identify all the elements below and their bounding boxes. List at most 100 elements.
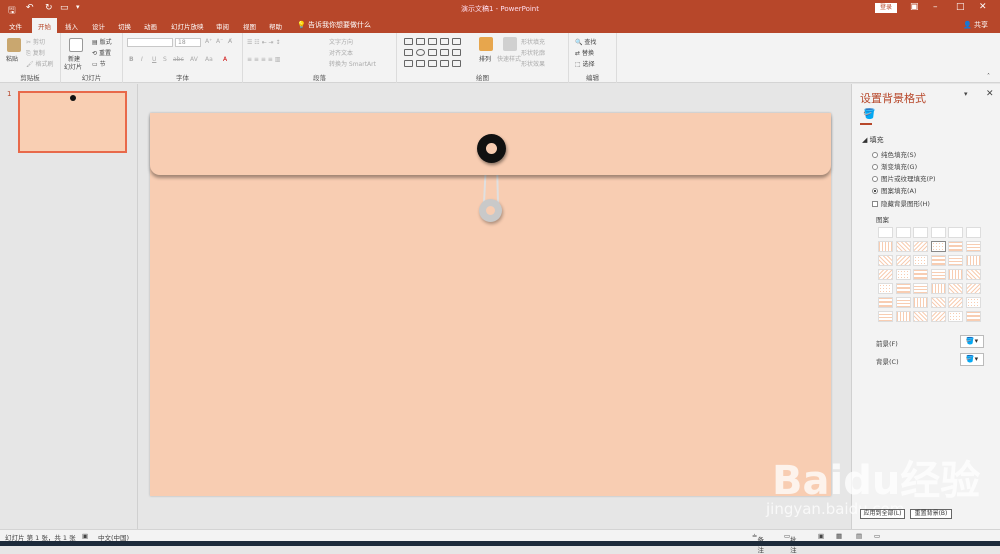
- tab-design[interactable]: 设计: [92, 21, 105, 31]
- picture-fill-radio[interactable]: 图片或纹理填充(P): [872, 173, 936, 183]
- shape-more-icon[interactable]: [452, 60, 461, 67]
- background-color-button[interactable]: 🪣▾: [960, 353, 984, 366]
- pane-options-icon[interactable]: ▾: [964, 90, 968, 98]
- pattern-swatch[interactable]: [930, 269, 946, 280]
- tab-view[interactable]: 视图: [243, 21, 256, 31]
- pattern-swatch[interactable]: [965, 311, 981, 322]
- align-text-button[interactable]: 对齐文本: [329, 48, 353, 57]
- pattern-swatch[interactable]: [965, 297, 981, 308]
- tab-file[interactable]: 文件: [9, 21, 22, 31]
- pattern-swatch[interactable]: [913, 241, 928, 252]
- shape-textbox-vertical-icon[interactable]: [416, 38, 425, 45]
- gradient-fill-radio[interactable]: 渐变填充(G): [872, 161, 917, 171]
- pattern-swatch[interactable]: [878, 283, 893, 294]
- minimize-icon[interactable]: –: [933, 2, 938, 12]
- tell-me-search[interactable]: 💡 告诉我你想要做什么: [297, 20, 371, 30]
- quick-styles-icon[interactable]: [503, 37, 517, 51]
- pattern-swatch[interactable]: [878, 241, 893, 252]
- grow-font-icon[interactable]: A⁺: [205, 38, 212, 45]
- pattern-swatch[interactable]: [948, 227, 963, 238]
- spellcheck-icon[interactable]: ▣: [82, 532, 88, 540]
- shape-effects-button[interactable]: 形状效果: [521, 59, 545, 68]
- new-slide-icon[interactable]: [69, 38, 83, 52]
- cut-button[interactable]: ✂ 剪切: [26, 37, 45, 46]
- shape-arrow-right-icon[interactable]: [404, 60, 413, 67]
- pattern-swatch[interactable]: [895, 283, 911, 294]
- shape-rect-icon[interactable]: [428, 38, 437, 45]
- pattern-swatch[interactable]: [895, 297, 911, 308]
- shrink-font-icon[interactable]: A⁻: [216, 38, 223, 45]
- shape-outline-button[interactable]: 形状轮廓: [521, 48, 545, 57]
- foreground-color-button[interactable]: 🪣▾: [960, 335, 984, 348]
- shadow-button[interactable]: S: [163, 56, 167, 63]
- pattern-swatch[interactable]: [965, 255, 981, 266]
- section-button[interactable]: ▭ 节: [92, 59, 106, 68]
- share-button[interactable]: 👤 共享: [963, 20, 988, 30]
- new-slide-button-line2[interactable]: 幻灯片: [64, 62, 82, 71]
- pattern-swatch[interactable]: [878, 269, 893, 280]
- paste-button[interactable]: 粘贴: [6, 54, 18, 63]
- quick-styles-button[interactable]: 快速样式: [497, 54, 521, 63]
- shape-triangle-icon[interactable]: [428, 49, 437, 56]
- bullets-icon[interactable]: ☰ ☷ ⇤ ⇥ ↕: [247, 39, 280, 46]
- shape-oval-icon[interactable]: [416, 49, 425, 56]
- arrange-button[interactable]: 排列: [479, 54, 491, 63]
- normal-view-icon[interactable]: ▣: [818, 532, 824, 540]
- change-case-button[interactable]: Aa: [205, 56, 213, 63]
- bold-button[interactable]: B: [129, 56, 134, 63]
- align-icons[interactable]: ≡ ≡ ≡ ≡ ▥: [247, 56, 280, 63]
- pattern-swatch[interactable]: [965, 269, 981, 280]
- pattern-swatch[interactable]: [948, 241, 963, 252]
- pattern-swatch[interactable]: [948, 283, 963, 294]
- pattern-swatch[interactable]: [930, 255, 946, 266]
- tab-slideshow[interactable]: 幻灯片放映: [171, 21, 204, 31]
- tab-insert[interactable]: 插入: [65, 21, 78, 31]
- pattern-swatch[interactable]: [878, 255, 893, 266]
- apply-to-all-button[interactable]: 应用到全部(L): [860, 509, 905, 519]
- fill-section-header[interactable]: ◢ 填充: [862, 135, 884, 145]
- tab-transitions[interactable]: 切换: [118, 21, 131, 31]
- text-direction-button[interactable]: 文字方向: [329, 37, 353, 46]
- solid-fill-radio[interactable]: 纯色填充(S): [872, 149, 916, 159]
- pattern-swatch[interactable]: [895, 269, 911, 280]
- pattern-swatch[interactable]: [878, 227, 893, 238]
- shape-arrow-icon[interactable]: [452, 38, 461, 45]
- clear-format-icon[interactable]: A̸: [228, 38, 232, 45]
- pattern-swatch[interactable]: [913, 269, 928, 280]
- ribbon-display-icon[interactable]: ▣: [910, 2, 919, 12]
- pattern-swatch[interactable]: [895, 255, 911, 266]
- pattern-swatch[interactable]: [930, 311, 946, 322]
- pattern-swatch[interactable]: [930, 297, 946, 308]
- layout-button[interactable]: ▤ 版式: [92, 37, 112, 46]
- shape-elbow-icon[interactable]: [440, 49, 449, 56]
- shape-curve-icon[interactable]: [452, 49, 461, 56]
- shape-textbox-icon[interactable]: [404, 38, 413, 45]
- pattern-swatch[interactable]: [895, 227, 911, 238]
- pattern-swatch[interactable]: [948, 269, 963, 280]
- close-icon[interactable]: ✕: [979, 2, 987, 12]
- shape-star-icon[interactable]: [428, 60, 437, 67]
- pattern-swatch[interactable]: [965, 227, 981, 238]
- paste-icon[interactable]: [7, 38, 21, 52]
- pattern-fill-radio[interactable]: 图案填充(A): [872, 185, 917, 195]
- envelope-top-button[interactable]: [477, 134, 506, 163]
- hide-background-graphics-checkbox[interactable]: 隐藏背景图形(H): [872, 198, 930, 208]
- fill-bucket-icon[interactable]: 🪣: [863, 109, 875, 120]
- italic-button[interactable]: I: [141, 56, 143, 63]
- reading-view-icon[interactable]: ▤: [856, 532, 862, 540]
- pattern-swatch[interactable]: [948, 311, 963, 322]
- slide-thumbnail[interactable]: [18, 91, 127, 153]
- shape-arrow-down-icon[interactable]: [416, 60, 425, 67]
- format-painter-button[interactable]: 🖌 格式刷: [26, 59, 54, 68]
- copy-button[interactable]: ⎘ 复制: [26, 48, 45, 58]
- notes-button[interactable]: ≐ 备注: [752, 532, 764, 554]
- pattern-swatch[interactable]: [878, 297, 893, 308]
- pane-close-icon[interactable]: ✕: [986, 89, 994, 99]
- shape-fill-button[interactable]: 形状填充: [521, 37, 545, 46]
- comments-button[interactable]: ▭ 批注: [784, 532, 797, 554]
- arrange-icon[interactable]: [479, 37, 493, 51]
- pattern-swatch[interactable]: [913, 311, 928, 322]
- envelope-bottom-button[interactable]: [479, 199, 502, 222]
- login-button[interactable]: 登录: [875, 3, 897, 13]
- shape-line-icon[interactable]: [440, 38, 449, 45]
